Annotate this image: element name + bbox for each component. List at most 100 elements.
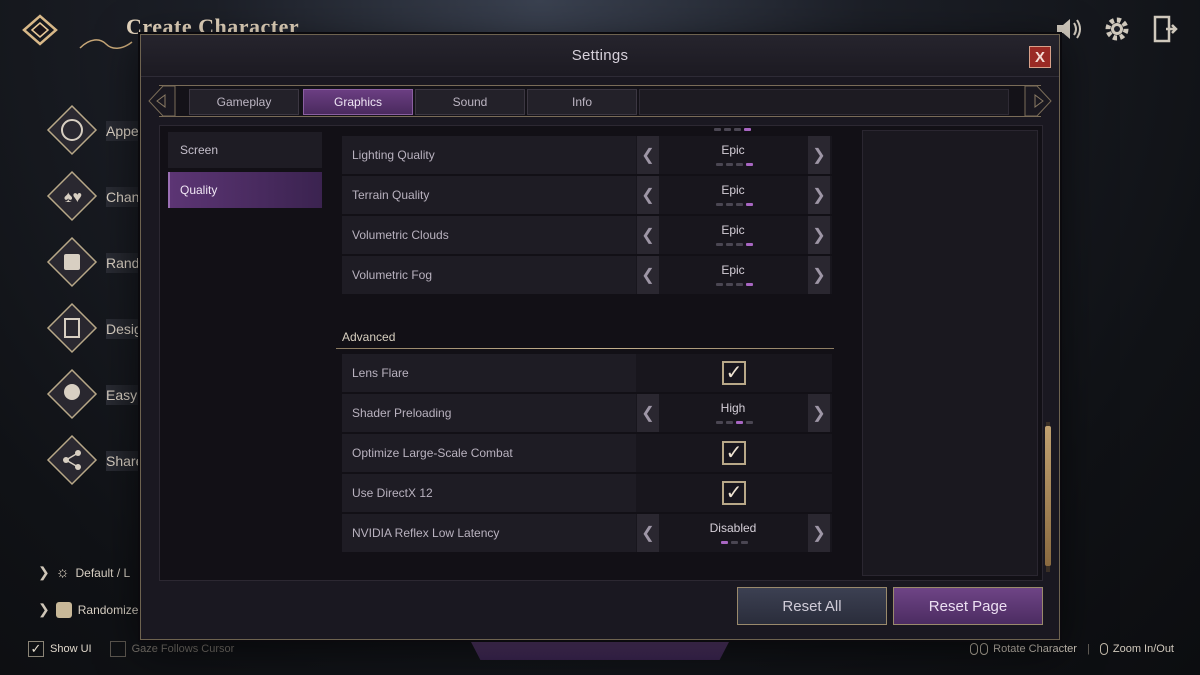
chevron-left-icon[interactable]: ❮	[637, 176, 659, 214]
checkmark-icon: ✓	[28, 641, 44, 657]
side-item-label: Appe	[106, 121, 145, 141]
game-logo-icon[interactable]	[20, 12, 60, 48]
reset-page-button[interactable]: Reset Page	[893, 587, 1043, 625]
level-indicator	[636, 163, 832, 166]
chevron-right-icon[interactable]: ❯	[808, 216, 830, 254]
scrollbar-thumb[interactable]	[1045, 426, 1051, 566]
mouse-left-icon	[970, 643, 979, 656]
setting-row-volumetric-clouds: Volumetric Clouds ❮ Epic ❯	[342, 216, 832, 254]
settings-dialog: Settings X Gameplay Graphics Sound Info …	[140, 34, 1060, 640]
tab-sound[interactable]: Sound	[415, 89, 525, 115]
level-indicator	[636, 243, 832, 246]
dice-icon	[46, 236, 98, 288]
show-ui-checkbox[interactable]: ✓ Show UI	[28, 641, 92, 657]
chevron-right-icon: ❯	[38, 601, 50, 617]
chevron-right-icon[interactable]: ❯	[808, 176, 830, 214]
chevron-left-icon[interactable]: ❮	[637, 216, 659, 254]
setting-value: Epic	[721, 183, 745, 197]
setting-row-optimize-combat: Optimize Large-Scale Combat ✓	[342, 434, 832, 472]
gaze-follows-cursor-checkbox[interactable]: Gaze Follows Cursor	[109, 641, 235, 657]
portrait-icon	[46, 302, 98, 354]
randomize-row[interactable]: ❯ Randomize	[38, 601, 138, 618]
setting-value: Epic	[721, 263, 745, 277]
setting-row-lighting-quality: Lighting Quality ❮ Epic ❯	[342, 136, 832, 174]
exit-icon[interactable]	[1148, 12, 1182, 46]
tab-bar-filler	[639, 89, 1009, 115]
setting-selector: ❮ Epic ❯	[636, 136, 832, 174]
tab-graphics[interactable]: Graphics	[303, 89, 413, 115]
dice-icon	[55, 601, 72, 618]
gaze-label: Gaze Follows Cursor	[131, 643, 235, 655]
partial-row-indicator	[714, 128, 751, 131]
settings-title: Settings	[571, 47, 629, 64]
directx12-checkbox[interactable]: ✓	[722, 481, 746, 505]
side-item-label: Easy	[106, 385, 144, 405]
settings-content: Screen Quality Lighting Quality ❮ Epic ❯…	[159, 125, 1051, 581]
setting-row-shader-preloading: Shader Preloading ❮ High ❯	[342, 394, 832, 432]
setting-toggle: ✓	[636, 354, 832, 392]
level-indicator	[636, 283, 832, 286]
setting-value: Disabled	[709, 521, 757, 535]
setting-label: Volumetric Clouds	[342, 216, 636, 254]
setting-selector: ❮ High ❯	[636, 394, 832, 432]
tab-bar: Gameplay Graphics Sound Info	[148, 85, 1052, 117]
lighting-preset-row[interactable]: ❯ ☼ Default / L	[38, 564, 130, 581]
setting-label: NVIDIA Reflex Low Latency	[342, 514, 636, 552]
chevron-left-icon[interactable]: ❮	[637, 514, 659, 552]
svg-text:♠♥: ♠♥	[64, 189, 82, 206]
chevron-right-icon[interactable]: ❯	[808, 136, 830, 174]
chevron-right-icon: ❯	[38, 564, 50, 580]
chevron-right-icon[interactable]: ❯	[808, 514, 830, 552]
setting-label: Optimize Large-Scale Combat	[342, 434, 636, 472]
setting-label: Lens Flare	[342, 354, 636, 392]
randomize-label: Randomize	[77, 602, 139, 617]
mouse-right-icon	[980, 643, 989, 656]
show-ui-label: Show UI	[50, 643, 92, 655]
rotate-hint: Rotate Character	[970, 643, 1077, 656]
setting-selector: ❮ Epic ❯	[636, 216, 832, 254]
tab-bar-left-ornament-icon	[148, 85, 176, 117]
settings-list[interactable]: Lighting Quality ❮ Epic ❯ Terrain Qualit…	[336, 126, 834, 576]
setting-row-volumetric-fog: Volumetric Fog ❮ Epic ❯	[342, 256, 832, 294]
tab-info[interactable]: Info	[527, 89, 637, 115]
share-icon	[46, 434, 98, 486]
empty-checkbox-icon	[109, 641, 126, 657]
chevron-left-icon[interactable]: ❮	[637, 256, 659, 294]
subnav-item-quality[interactable]: Quality	[168, 172, 322, 208]
sun-icon: ☼	[55, 564, 70, 581]
description-panel	[862, 130, 1038, 576]
lens-flare-checkbox[interactable]: ✓	[722, 361, 746, 385]
gear-icon[interactable]	[1100, 12, 1134, 46]
subnav-item-screen[interactable]: Screen	[168, 132, 322, 168]
palette-icon	[46, 104, 98, 156]
section-title-advanced: Advanced	[342, 330, 396, 344]
setting-toggle: ✓	[636, 474, 832, 512]
setting-value: High	[720, 401, 746, 415]
setting-value: Epic	[721, 143, 745, 157]
setting-label: Lighting Quality	[342, 136, 636, 174]
setting-selector: ❮ Disabled ❯	[636, 514, 832, 552]
setting-label: Shader Preloading	[342, 394, 636, 432]
cards-icon: ♠♥	[46, 170, 98, 222]
checkmark-icon: ✓	[725, 442, 743, 464]
setting-label: Use DirectX 12	[342, 474, 636, 512]
checkmark-icon: ✓	[725, 482, 743, 504]
setting-label: Terrain Quality	[342, 176, 636, 214]
reset-all-button[interactable]: Reset All	[737, 587, 887, 625]
chevron-left-icon[interactable]: ❮	[637, 394, 659, 432]
setting-row-directx12: Use DirectX 12 ✓	[342, 474, 832, 512]
optimize-combat-checkbox[interactable]: ✓	[722, 441, 746, 465]
setting-value: Epic	[721, 223, 745, 237]
chevron-left-icon[interactable]: ❮	[637, 136, 659, 174]
settings-subnav: Screen Quality	[168, 132, 322, 212]
tab-gameplay[interactable]: Gameplay	[189, 89, 299, 115]
close-button[interactable]: X	[1029, 46, 1051, 68]
setting-selector: ❮ Epic ❯	[636, 256, 832, 294]
chevron-right-icon[interactable]: ❯	[808, 256, 830, 294]
setting-row-lens-flare: Lens Flare ✓	[342, 354, 832, 392]
chevron-right-icon[interactable]: ❯	[808, 394, 830, 432]
level-indicator	[636, 421, 832, 424]
checkmark-icon: ✓	[725, 362, 743, 384]
setting-row-terrain-quality: Terrain Quality ❮ Epic ❯	[342, 176, 832, 214]
setting-selector: ❮ Epic ❯	[636, 176, 832, 214]
